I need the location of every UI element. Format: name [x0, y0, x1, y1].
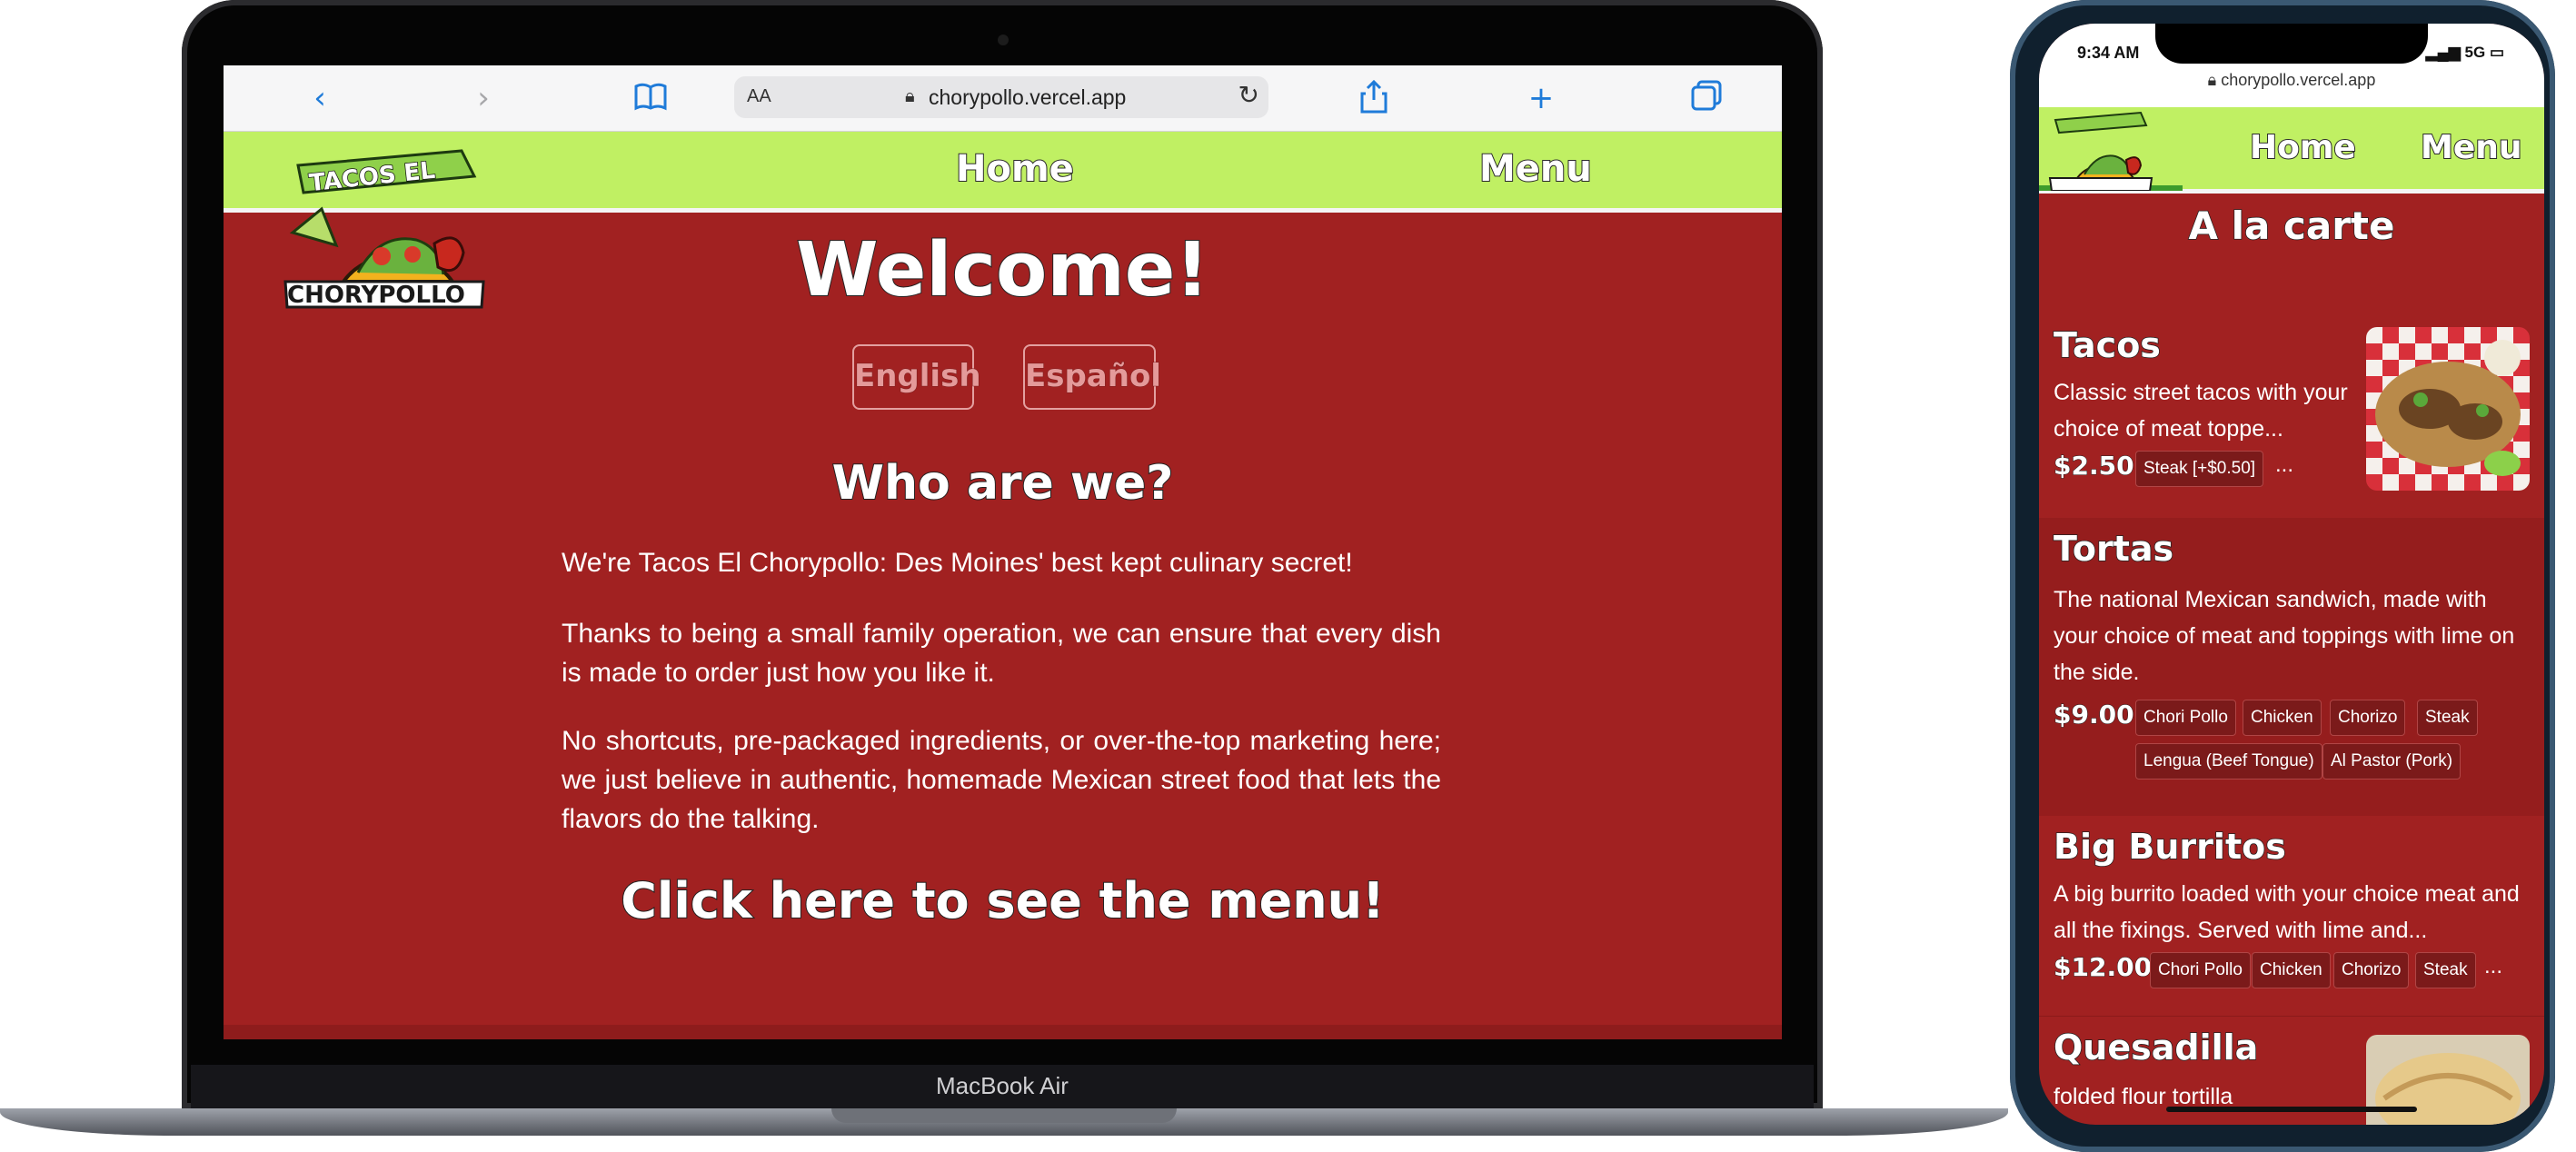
option-chip[interactable]: Steak — [2417, 700, 2478, 736]
item-description: A big burrito loaded with your choice me… — [2054, 881, 2520, 943]
network-label: 5G — [2464, 44, 2486, 61]
signal-icon: ▂▄▆ — [2425, 44, 2461, 61]
phone-url-text: chorypollo.vercel.app — [2221, 71, 2376, 89]
option-chip[interactable]: Steak — [2415, 952, 2476, 988]
item-name: Tacos — [2053, 324, 2161, 366]
forward-icon[interactable]: › — [463, 78, 503, 118]
section-heading: Who are we? — [831, 455, 1175, 511]
bookmarks-icon[interactable] — [631, 78, 671, 118]
item-price: $12.00 — [2053, 952, 2153, 983]
lock-icon: 🔒︎ — [2207, 71, 2217, 89]
phone-status-bar: 9:34 AM ▂▄▆ 5G ▭ 🔒︎ chorypollo.vercel.ap… — [2039, 24, 2544, 107]
menu-item[interactable]: Big Burritos A big burrito loaded with y… — [2039, 816, 2544, 1016]
item-description: Classic street tacos with your choice of… — [2054, 380, 2348, 442]
about-paragraph-2: Thanks to being a small family operation… — [562, 619, 1441, 688]
camera-icon — [998, 35, 1009, 45]
page-footer-band — [224, 1025, 1782, 1039]
menu-item[interactable]: Tacos Classic street tacos with your cho… — [2039, 316, 2544, 518]
reload-icon[interactable]: ↻ — [1238, 80, 1259, 110]
home-indicator — [2166, 1107, 2417, 1112]
phone-nav-home-link[interactable]: Home — [2249, 128, 2357, 167]
lock-icon: 🔒︎ — [905, 84, 915, 106]
phone-nav-menu-link[interactable]: Menu — [2420, 128, 2522, 167]
text-size-button[interactable]: AA — [747, 86, 771, 107]
option-chip[interactable]: Lengua (Beef Tongue) — [2135, 743, 2322, 780]
option-chip[interactable]: Chori Pollo — [2150, 952, 2251, 988]
phone-screen: 9:34 AM ▂▄▆ 5G ▭ 🔒︎ chorypollo.vercel.ap… — [2039, 24, 2544, 1125]
browser-toolbar: ‹ › AA 🔒︎ chorypollo.vercel.app ↻ + — [224, 65, 1782, 132]
about-paragraph-3: No shortcuts, pre-packaged ingredients, … — [562, 726, 1441, 834]
option-chip[interactable]: Chori Pollo — [2135, 700, 2236, 736]
item-price: $2.50 — [2054, 451, 2135, 482]
menu-page-title: A la carte — [2188, 203, 2396, 249]
option-chip[interactable]: Steak [+$0.50] — [2135, 451, 2264, 487]
item-name: Quesadilla — [2053, 1027, 2259, 1068]
status-signal: ▂▄▆ 5G ▭ — [2426, 44, 2504, 62]
back-icon[interactable]: ‹ — [300, 78, 340, 118]
phone-site-logo[interactable] — [2046, 109, 2155, 192]
about-paragraph-1: We're Tacos El Chorypollo: Des Moines' b… — [562, 548, 1353, 578]
espanol-button[interactable]: Español — [1023, 344, 1161, 410]
menu-item[interactable]: Tortas The national Mexican sandwich, ma… — [2039, 518, 2544, 816]
phone-notch — [2155, 24, 2428, 64]
more-options[interactable]: ... — [2275, 452, 2293, 478]
option-chip[interactable]: Chicken — [2252, 952, 2331, 988]
more-options[interactable]: ... — [2484, 954, 2502, 979]
tabs-overview-icon[interactable] — [1686, 78, 1726, 118]
url-text: chorypollo.vercel.app — [929, 85, 1127, 109]
item-name: Tortas — [2053, 528, 2174, 570]
tacos-photo — [2366, 327, 2530, 491]
option-chip[interactable]: Al Pastor (Pork) — [2322, 743, 2462, 780]
phone-address-bar[interactable]: 🔒︎ chorypollo.vercel.app — [2039, 71, 2544, 90]
see-menu-link[interactable]: Click here to see the menu! — [224, 871, 1782, 930]
battery-icon: ▭ — [2489, 44, 2504, 61]
item-name: Big Burritos — [2053, 826, 2286, 868]
nav-home-link[interactable]: Home — [955, 147, 1075, 191]
item-price: $9.00 — [2054, 700, 2135, 730]
address-bar[interactable]: AA 🔒︎ chorypollo.vercel.app ↻ — [734, 76, 1268, 118]
item-description: The national Mexican sandwich, made with… — [2054, 587, 2515, 685]
laptop-hinge-notch — [831, 1108, 1177, 1123]
new-tab-icon[interactable]: + — [1521, 78, 1561, 118]
share-icon[interactable] — [1354, 78, 1394, 118]
option-chip[interactable]: Chicken — [2243, 700, 2322, 736]
option-chip[interactable]: Chorizo — [2333, 952, 2410, 988]
laptop-screen: ‹ › AA 🔒︎ chorypollo.vercel.app ↻ + Home… — [224, 65, 1782, 1039]
option-chip[interactable]: Chorizo — [2330, 700, 2406, 736]
nav-menu-link[interactable]: Menu — [1478, 147, 1593, 191]
page-title: Welcome! — [795, 226, 1210, 314]
english-button[interactable]: English — [852, 344, 981, 410]
status-time: 9:34 AM — [2077, 44, 2140, 62]
laptop-brand-label: MacBook Air — [936, 1072, 1069, 1099]
